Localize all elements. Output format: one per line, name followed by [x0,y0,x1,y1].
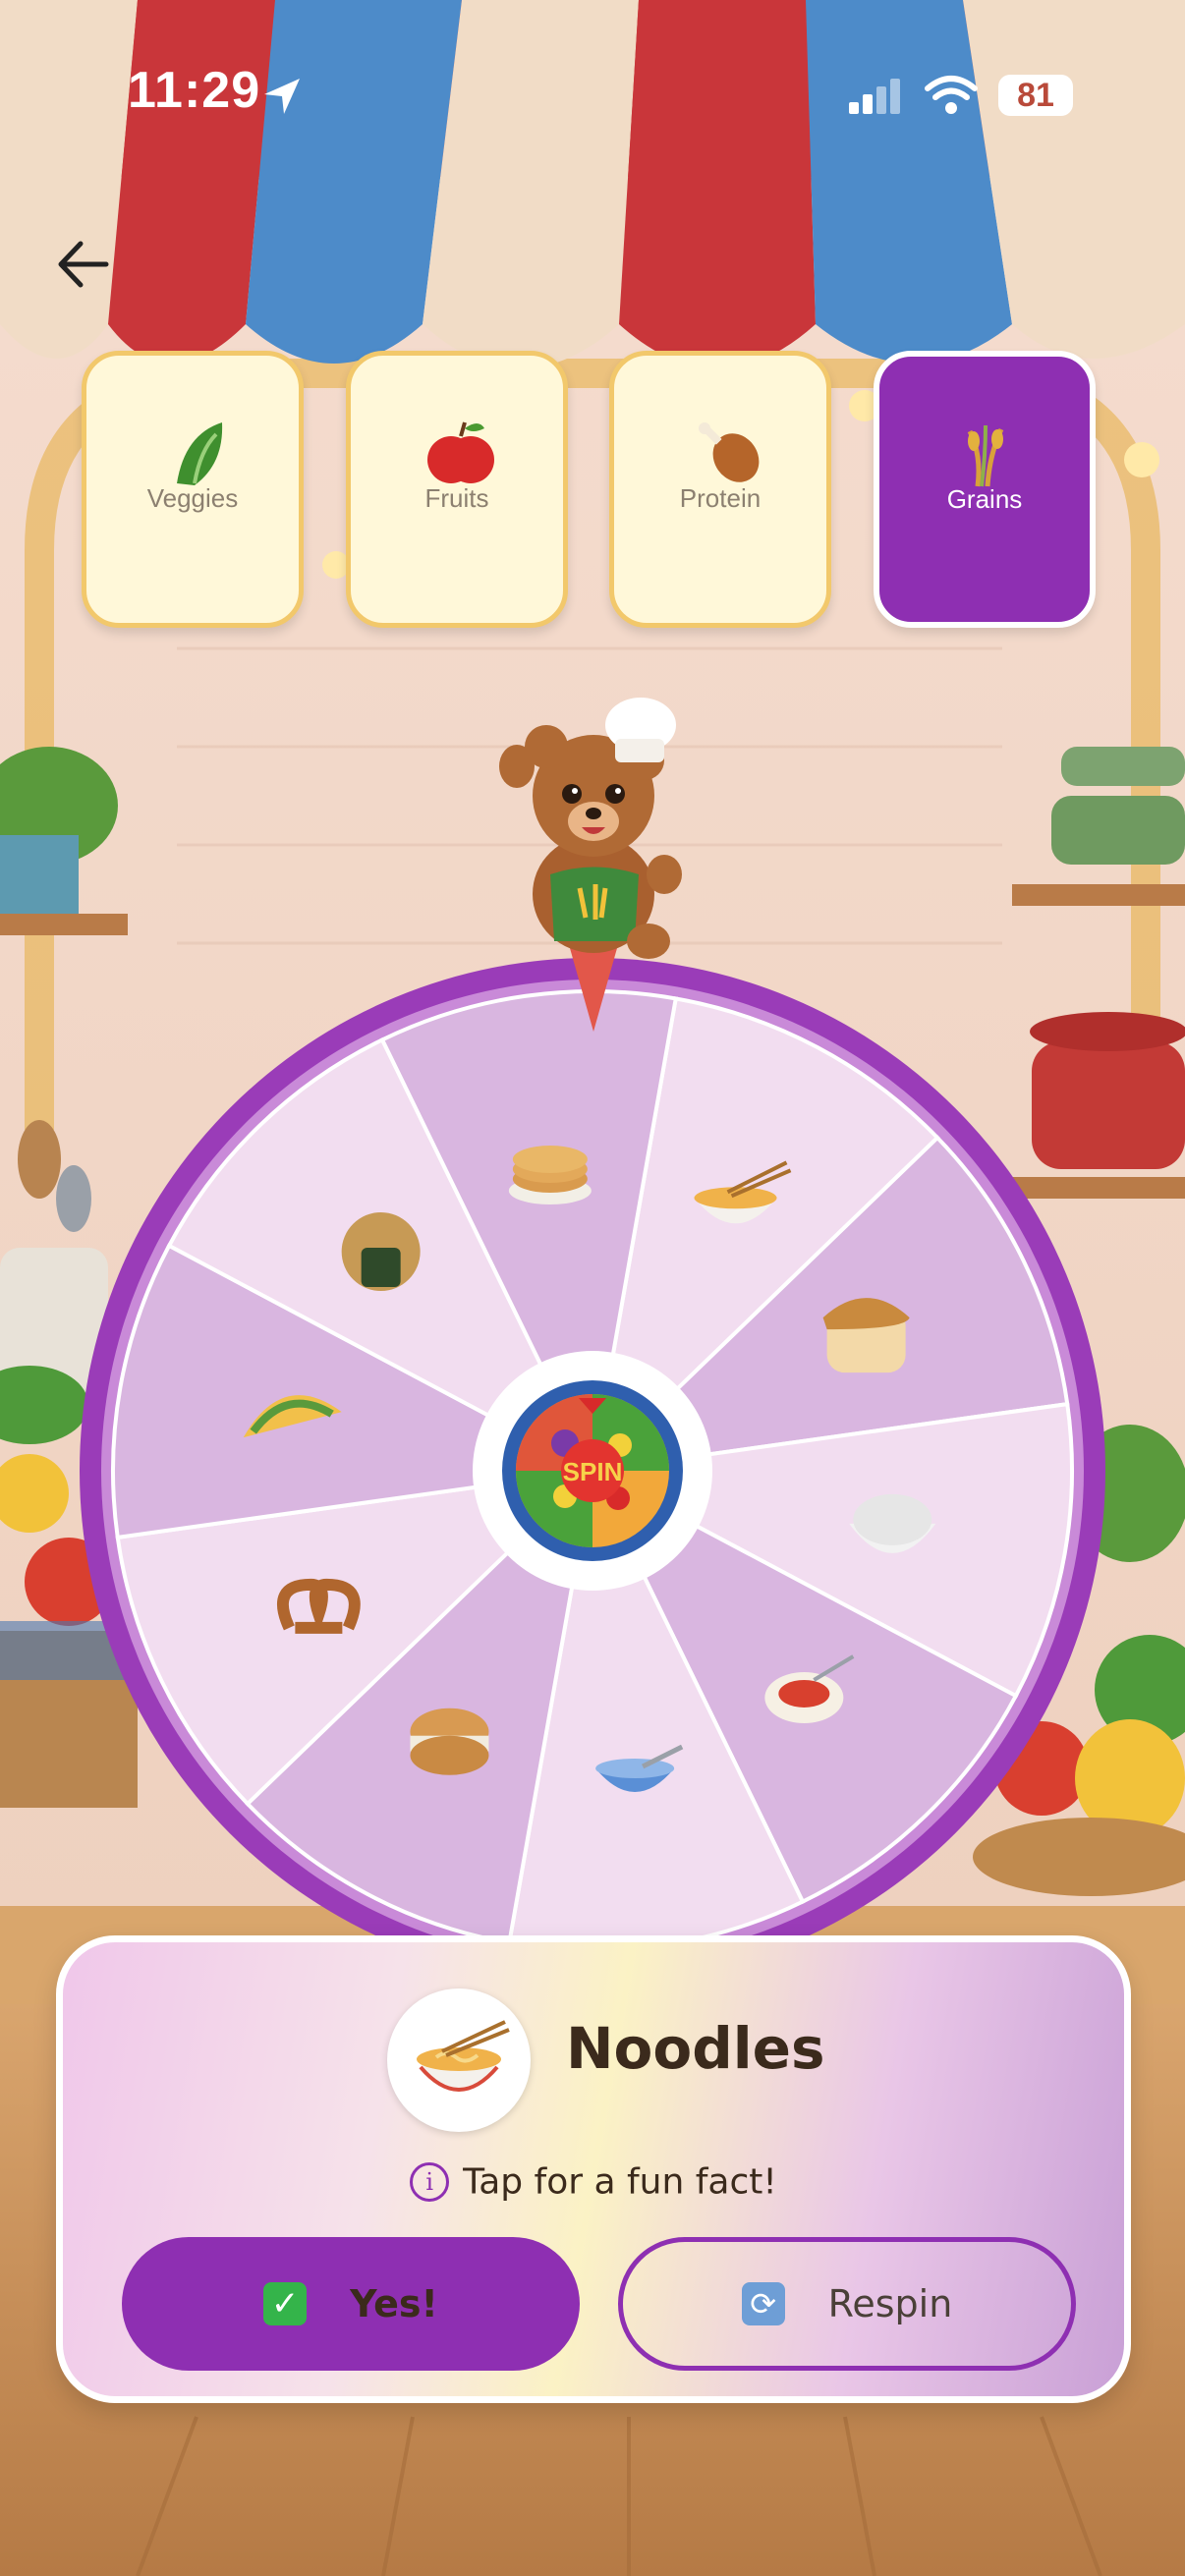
info-icon: i [410,2162,450,2202]
result-food-name: Noodles [566,2015,825,2082]
bread-icon [822,1298,910,1373]
noodles-icon [417,2020,510,2092]
refresh-icon: ⟳ [741,2282,785,2325]
bear-chef-mascot-icon [499,698,682,1032]
drumstick-icon [699,422,760,482]
back-arrow-icon[interactable] [49,230,118,299]
rice-sheaf-icon [967,424,1004,487]
category-tab-protein[interactable]: Protein [609,351,831,628]
category-label: Grains [946,484,1023,514]
yes-button[interactable]: ✓ Yes! [122,2237,580,2371]
category-label: Protein [679,483,762,513]
location-arrow-icon [264,79,300,114]
result-food-image [387,1988,531,2132]
category-tab-fruits[interactable]: Fruits [346,351,568,628]
respin-button-label: Respin [827,2282,953,2325]
rice-ball-icon [341,1212,421,1292]
screen: 11:29 81 Veggies Fruits Protein Grains S… [0,0,1185,2576]
status-bar: 11:29 81 [0,0,1185,187]
spin-button[interactable]: SPIN [471,1349,714,1593]
category-label: Veggies [146,483,239,513]
battery-level: 81 [998,75,1073,116]
status-time: 11:29 [128,62,261,119]
fun-fact-text: Tap for a fun fact! [463,2161,777,2203]
cellular-signal-icon [849,79,900,114]
wifi-icon [925,76,978,114]
category-tab-veggies[interactable]: Veggies [82,351,304,628]
pancakes-icon [508,1146,592,1205]
check-mark-icon: ✓ [263,2282,308,2325]
result-card[interactable]: Noodles i Tap for a fun fact! ✓ Yes! ⟳ Re… [56,1935,1131,2403]
fun-fact-link[interactable]: i Tap for a fun fact! [63,2160,1124,2203]
leafy-greens-icon [177,422,223,485]
bagel-icon [410,1708,489,1775]
spin-label: SPIN [563,1457,623,1486]
respin-button[interactable]: ⟳ Respin [618,2237,1076,2371]
yes-button-label: Yes! [350,2282,438,2325]
category-label: Fruits [424,483,489,513]
category-tab-grains[interactable]: Grains [874,351,1096,628]
red-apple-icon [427,421,494,483]
